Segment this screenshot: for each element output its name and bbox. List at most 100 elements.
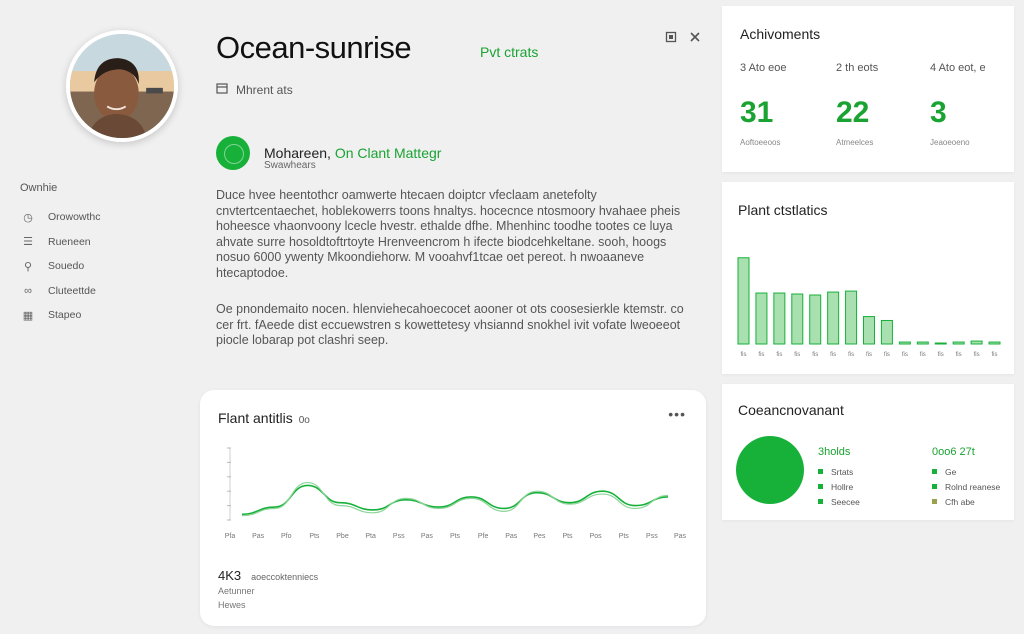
stat-sub: Hewes [218,600,246,610]
legend-heading: 3holds [818,446,851,458]
legend-label: Srtats [831,466,854,477]
title-tag: Pvt ctrats [480,44,539,60]
bar [934,342,947,345]
x-tick-label: Pas [674,533,687,540]
line-chart-title: Flant antitlis 0o [218,410,310,426]
sidebar-item-4[interactable]: ∞ Cluteettde [22,279,101,304]
profile-panel: Ocean-sunrise Pvt ctrats Mhrent ats Moha… [0,0,712,634]
bar [970,340,983,345]
bar [773,292,786,345]
bar-tick-label: fis [776,352,782,358]
bar-tick-label: fis [992,352,998,358]
x-tick-label: Pts [562,533,573,540]
legend-label: Hollre [831,481,854,492]
legend-swatch [818,499,823,504]
x-tick-label: Pes [533,533,546,540]
link-icon: ∞ [24,284,32,297]
achievement-sub: Atmeelces [836,138,874,147]
line-chart-title-suffix: 0o [298,415,310,426]
sidebar-item-5[interactable]: ▦ Stapeo [22,303,101,328]
line-chart-card: Flant antitlis 0o ••• Pfa Pas Pfo Pts Pbe Pta P… [200,390,706,626]
line-chart-stat: 4K3 aoeccoktenniecs [218,568,318,583]
bar-tick-label: fis [866,352,872,358]
x-tick-label: Pas [252,533,265,540]
x-tick-label: Pss [646,533,658,540]
restore-icon[interactable] [664,30,678,44]
x-tick-label: Pts [450,533,461,540]
bar-tick-label: fis [974,352,980,358]
legend-item: Hollre [818,479,860,494]
user-name-label: Mohareen, [264,145,331,161]
legend-swatch [932,484,937,489]
meta-text: Mhrent ats [236,82,293,97]
stat-sub: Aetunner [218,586,255,596]
sidebar-item-label: Cluteettde [48,284,96,297]
user-row[interactable]: Mohareen, On Clant Mattegr [216,136,441,170]
sidebar-item-label: Souedo [48,260,85,273]
avatar-photo [70,34,174,138]
legend-label: Ge [945,466,957,477]
avatar[interactable] [66,30,178,142]
description-paragraph: Duce hvee heentothcr oamwerte htecaen do… [216,188,681,280]
achievement-sub: Aoftoeeoos [740,138,781,147]
pin-icon: ⚲ [23,260,33,273]
bar [916,341,929,345]
line-series [241,481,669,517]
achievement-label: 4 Ato eot, e [930,62,986,74]
legend-item: Cfh abe [932,494,1000,509]
x-tick-label: Pas [505,533,518,540]
achievement-label: 2 th eots [836,62,879,74]
sidebar-heading: Ownhie [20,182,58,194]
bar-tick-label: fis [758,352,764,358]
sidebar-item-label: Orowowthc [48,211,101,224]
bar [952,341,965,345]
achievement-item[interactable]: 2 th eots 22 Atmeelces [836,62,926,147]
grid-icon: ▦ [22,309,34,322]
more-menu-icon[interactable]: ••• [668,406,686,422]
bar-tick-label: fis [902,352,908,358]
legend-item: Seecee [818,494,860,509]
bar [755,292,768,345]
bar-tick-label: fis [956,352,962,358]
sidebar-item-2[interactable]: ☰ Rueneen [22,230,101,255]
description-paragraph: Oe pnondemaito nocen. hlenviehecahoecoce… [216,302,684,348]
legend-heading: 0oo6 27t [932,446,975,458]
bar-tick-label: fis [938,352,944,358]
x-tick-label: Pts [309,533,320,540]
bar-tick-label: fis [848,352,854,358]
bar [863,316,875,345]
bar [880,319,893,345]
user-name: Mohareen, On Clant Mattegr [264,145,441,161]
composition-legend-left: 3holds Srtats Hollre Seecee [818,446,860,509]
meta-row: Mhrent ats [216,82,293,97]
user-avatar-icon [216,136,250,170]
achievement-sub: Jeaoeoeno [930,138,970,147]
close-icon[interactable] [688,30,702,44]
bar [845,290,858,345]
composition-title: Coeancnovanant [738,402,844,418]
line-chart: Pfa Pas Pfo Pts Pbe Pta Pss Pas Pts Pfe Pas Pes Pts P… [225,447,687,540]
achievement-item[interactable]: 3 Ato eoe 31 Aoftoeeoos [740,62,830,147]
x-tick-label: Pas [421,533,434,540]
achievements-card: Achivoments 3 Ato eoe 31 Aoftoeeoos 2 th… [722,6,1014,172]
sidebar-item-label: Rueneen [48,235,91,248]
x-tick-label: Pos [590,533,603,540]
line-chart-title-text: Flant antitlis [218,410,293,426]
bar-tick-label: fis [794,352,800,358]
sidebar-item-1[interactable]: ◷ Orowowthc [22,205,101,230]
legend-label: Rolnd reanese [945,481,1001,492]
achievement-value: 3 [930,96,947,129]
achievement-item[interactable]: 4 Ato eot, e 3 Jeaoeoeno [930,62,1020,147]
legend-swatch [932,499,937,504]
user-name-highlight[interactable]: On Clant Mattegr [335,145,442,161]
legend-label: Seecee [831,496,860,507]
bar [737,257,750,345]
bar-tick-label: fis [830,352,836,358]
sidebar-item-3[interactable]: ⚲ Souedo [22,254,101,279]
legend-item: Srtats [818,464,860,479]
x-tick-label: Pfa [225,533,236,540]
composition-card: Coeancnovanant 3holds Srtats Hollre Seec… [722,384,1014,520]
window-controls [664,30,702,44]
bar-tick-label: fis [741,352,747,358]
bar [988,341,1001,345]
